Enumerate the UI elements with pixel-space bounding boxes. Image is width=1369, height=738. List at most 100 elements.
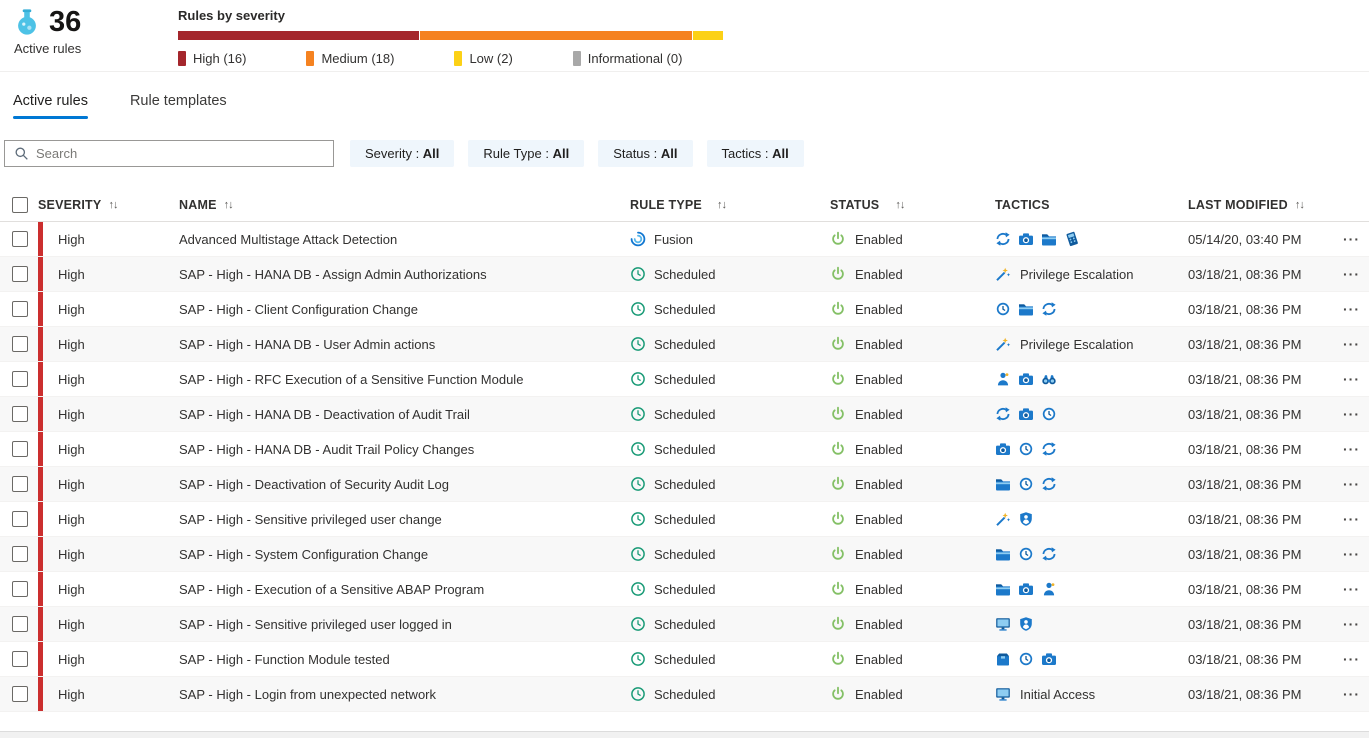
severity-value: High [58, 652, 85, 667]
filter-pill-tactics[interactable]: Tactics : All [707, 140, 804, 167]
shield-icon [1018, 616, 1034, 632]
row-menu-button[interactable]: ··· [1343, 231, 1360, 247]
severity-stripe [38, 432, 43, 466]
row-checkbox[interactable] [12, 371, 28, 387]
privilege-escalation-icon [995, 511, 1011, 527]
row-check-cell [0, 642, 38, 676]
row-menu-button[interactable]: ··· [1343, 441, 1360, 457]
row-checkbox[interactable] [12, 651, 28, 667]
last-modified: 03/18/21, 08:36 PM [1188, 642, 1343, 676]
rule-name: SAP - High - Client Configuration Change [179, 292, 630, 326]
horizontal-scrollbar[interactable] [0, 731, 1369, 738]
filter-pill-rule[interactable]: Rule Type : All [468, 140, 584, 167]
row-menu-button[interactable]: ··· [1343, 371, 1360, 387]
table-row[interactable]: High SAP - High - Client Configuration C… [0, 292, 1369, 327]
table-row[interactable]: High SAP - High - HANA DB - Audit Trail … [0, 432, 1369, 467]
table-row[interactable]: High SAP - High - HANA DB - User Admin a… [0, 327, 1369, 362]
table-row[interactable]: High SAP - High - Execution of a Sensiti… [0, 572, 1369, 607]
row-checkbox[interactable] [12, 231, 28, 247]
pill-label: Severity : [365, 146, 423, 161]
status-cell: Enabled [830, 537, 995, 571]
column-header-tactics: TACTICS [995, 198, 1188, 212]
filter-pill-severity[interactable]: Severity : All [350, 140, 454, 167]
row-checkbox[interactable] [12, 266, 28, 282]
severity-value: High [58, 547, 85, 562]
filter-pill-status[interactable]: Status : All [598, 140, 692, 167]
column-header-modified[interactable]: LAST MODIFIED↑↓ [1188, 198, 1343, 212]
status-label: Enabled [855, 617, 903, 632]
folder-icon [1041, 231, 1057, 247]
select-all-checkbox[interactable] [12, 197, 28, 213]
row-checkbox[interactable] [12, 511, 28, 527]
power-icon [830, 476, 846, 492]
table-row[interactable]: High SAP - High - Login from unexpected … [0, 677, 1369, 712]
search-box[interactable] [4, 140, 334, 167]
severity-legend: High (16)Medium (18)Low (2)Informational… [178, 51, 723, 66]
row-checkbox[interactable] [12, 406, 28, 422]
table-row[interactable]: High SAP - High - Sensitive privileged u… [0, 502, 1369, 537]
row-check-cell [0, 222, 38, 256]
table-row[interactable]: High Advanced Multistage Attack Detectio… [0, 222, 1369, 257]
last-modified: 05/14/20, 03:40 PM [1188, 222, 1343, 256]
row-menu-button[interactable]: ··· [1343, 406, 1360, 422]
rule-name: SAP - High - Execution of a Sensitive AB… [179, 572, 630, 606]
row-menu-button[interactable]: ··· [1343, 546, 1360, 562]
severity-value: High [58, 337, 85, 352]
table-row[interactable]: High SAP - High - Function Module tested… [0, 642, 1369, 677]
row-menu-button[interactable]: ··· [1343, 581, 1360, 597]
severity-stripe [38, 222, 43, 256]
row-menu-button[interactable]: ··· [1343, 616, 1360, 632]
row-menu-button[interactable]: ··· [1343, 266, 1360, 282]
tab-active-rules[interactable]: Active rules [13, 93, 88, 119]
row-checkbox[interactable] [12, 616, 28, 632]
row-menu-cell: ··· [1343, 677, 1369, 711]
pill-value: All [423, 146, 440, 161]
table-row[interactable]: High SAP - High - System Configuration C… [0, 537, 1369, 572]
last-modified: 03/18/21, 08:36 PM [1188, 502, 1343, 536]
row-menu-button[interactable]: ··· [1343, 686, 1360, 702]
column-header-name[interactable]: NAME↑↓ [179, 198, 630, 212]
status-cell: Enabled [830, 432, 995, 466]
table-row[interactable]: High SAP - High - Sensitive privileged u… [0, 607, 1369, 642]
row-checkbox[interactable] [12, 546, 28, 562]
table-row[interactable]: High SAP - High - HANA DB - Deactivation… [0, 397, 1369, 432]
row-menu-button[interactable]: ··· [1343, 511, 1360, 527]
row-checkbox[interactable] [12, 686, 28, 702]
search-input[interactable] [36, 146, 325, 161]
table-row[interactable]: High SAP - High - RFC Execution of a Sen… [0, 362, 1369, 397]
tactics-cell: Privilege Escalation [995, 327, 1188, 361]
row-menu-button[interactable]: ··· [1343, 336, 1360, 352]
rule-type-label: Scheduled [654, 407, 715, 422]
severity-segment-high [178, 31, 419, 40]
sync-icon [1041, 441, 1057, 457]
rule-name: SAP - High - Sensitive privileged user l… [179, 607, 630, 641]
row-checkbox[interactable] [12, 581, 28, 597]
severity-cell: High [38, 502, 179, 536]
tactic-label: Initial Access [1020, 687, 1095, 702]
table-row[interactable]: High SAP - High - HANA DB - Assign Admin… [0, 257, 1369, 292]
row-menu-button[interactable]: ··· [1343, 301, 1360, 317]
row-menu-button[interactable]: ··· [1343, 651, 1360, 667]
status-cell: Enabled [830, 362, 995, 396]
row-checkbox[interactable] [12, 476, 28, 492]
scheduled-icon [630, 546, 646, 562]
tactics-cell [995, 642, 1188, 676]
column-header-severity[interactable]: SEVERITY↑↓ [38, 198, 179, 212]
table-row[interactable]: High SAP - High - Deactivation of Securi… [0, 467, 1369, 502]
table-body: High Advanced Multistage Attack Detectio… [0, 222, 1369, 712]
severity-cell: High [38, 537, 179, 571]
person-icon [995, 371, 1011, 387]
scheduled-icon [630, 266, 646, 282]
row-checkbox[interactable] [12, 336, 28, 352]
row-checkbox[interactable] [12, 441, 28, 457]
column-header-type[interactable]: RULE TYPE↑↓ [630, 198, 830, 212]
rule-type-label: Scheduled [654, 512, 715, 527]
column-header-status[interactable]: STATUS↑↓ [830, 198, 995, 212]
tab-rule-templates[interactable]: Rule templates [130, 93, 227, 119]
clock-icon [1018, 441, 1034, 457]
card-icon [1064, 231, 1080, 247]
legend-label: High (16) [193, 51, 246, 66]
filter-bar: Severity : All Rule Type : All Status : Al… [0, 140, 1369, 167]
row-menu-button[interactable]: ··· [1343, 476, 1360, 492]
row-checkbox[interactable] [12, 301, 28, 317]
